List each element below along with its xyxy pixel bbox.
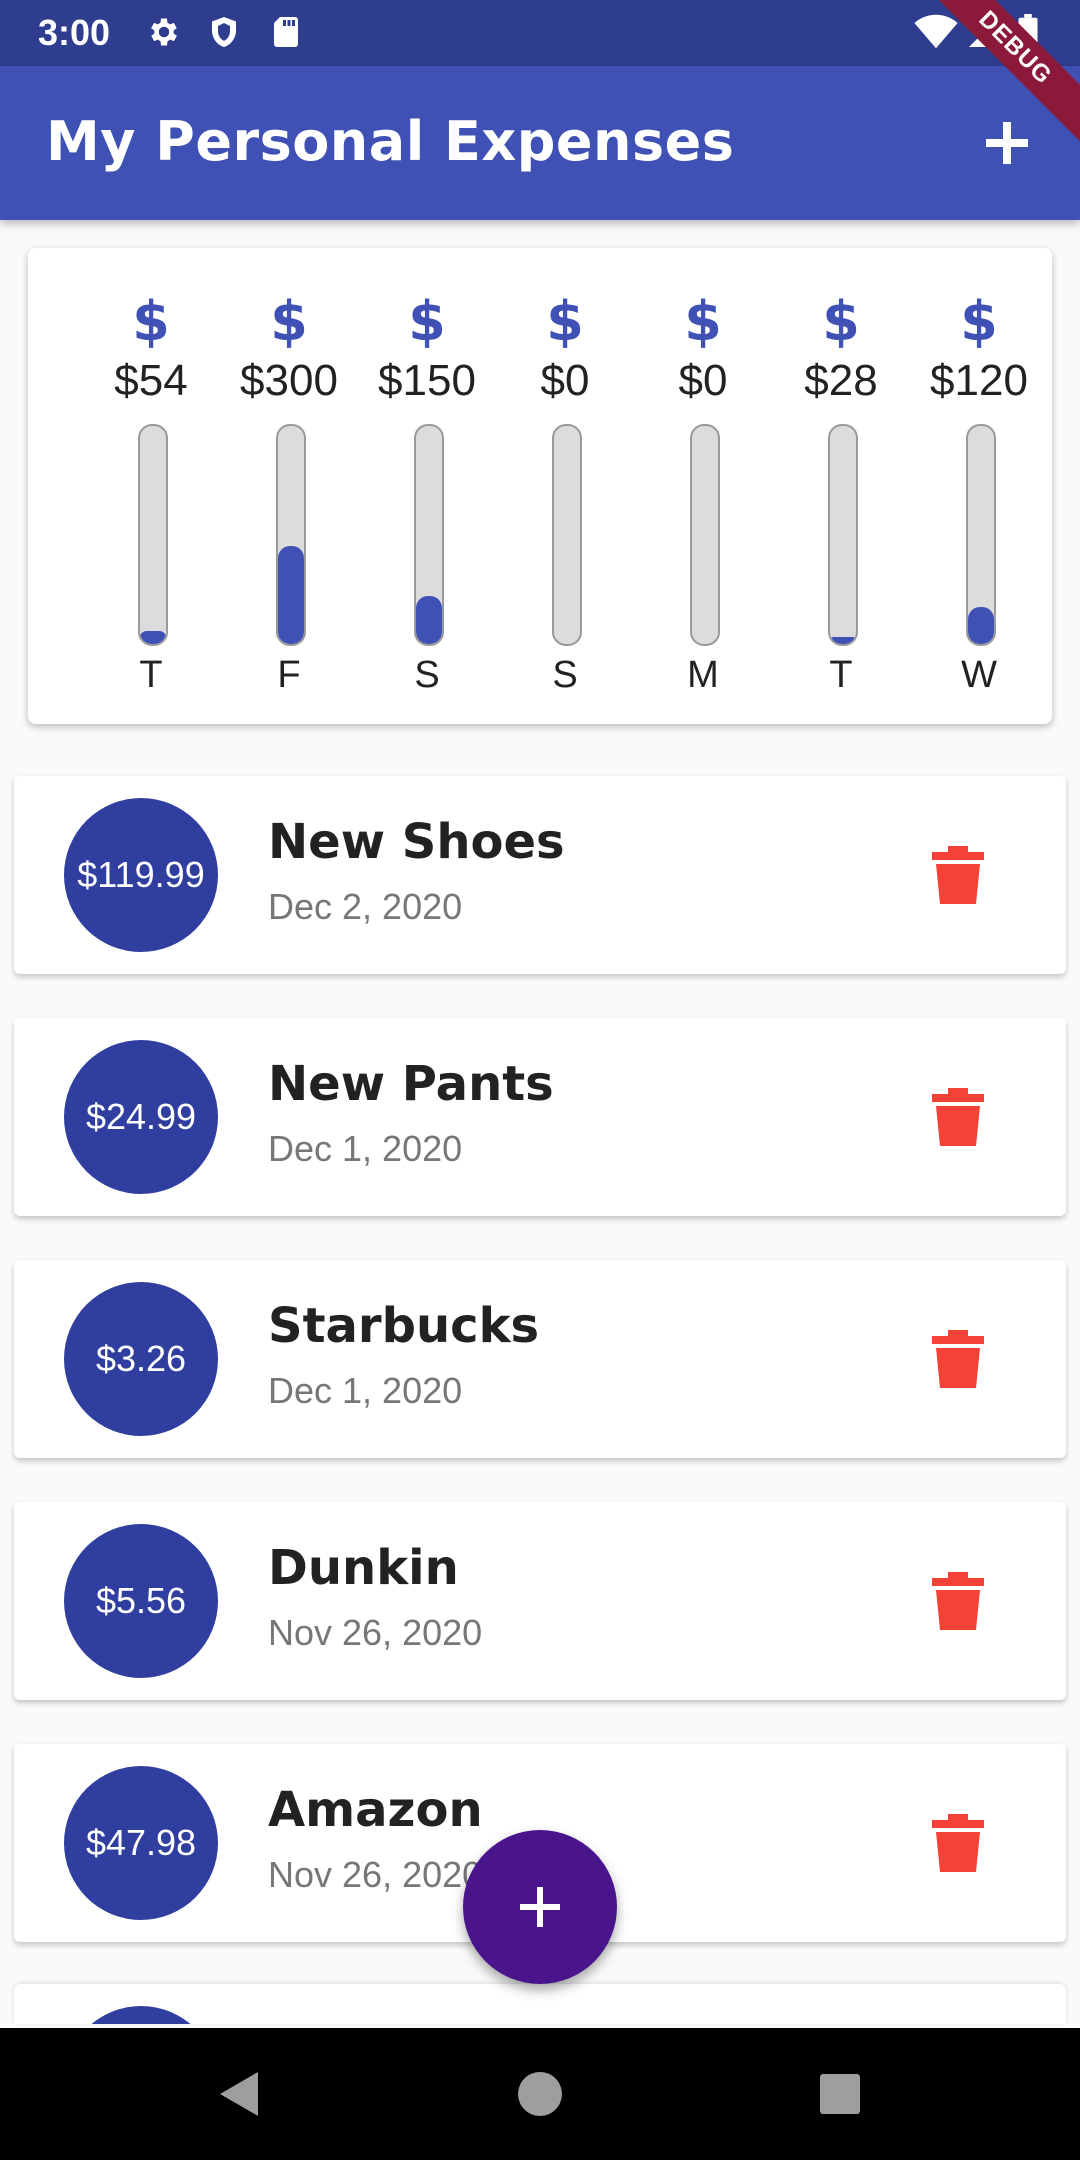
bar-day-label: M bbox=[687, 654, 719, 696]
bar-fill bbox=[830, 637, 856, 644]
bar-day-label: W bbox=[961, 654, 997, 696]
bar-track bbox=[552, 424, 582, 646]
trash-icon[interactable] bbox=[930, 846, 986, 904]
sd-card-icon bbox=[268, 14, 304, 50]
chart-bar: $ $120 W bbox=[910, 248, 1048, 724]
bar-day-label: S bbox=[414, 654, 440, 696]
amount-avatar: $5.56 bbox=[64, 1524, 218, 1678]
bar-track bbox=[276, 424, 306, 646]
dollar-label: $ bbox=[408, 290, 446, 353]
transaction-date: Nov 26, 2020 bbox=[268, 1612, 483, 1653]
list-item: $5.56 Dunkin Nov 26, 2020 bbox=[14, 1502, 1066, 1700]
bar-amount: $0 bbox=[540, 356, 590, 405]
transaction-title: Amazon bbox=[268, 1782, 483, 1838]
chart-bar: $ $300 F bbox=[220, 248, 358, 724]
amount-avatar: $119.99 bbox=[64, 798, 218, 952]
bar-fill bbox=[968, 607, 994, 644]
status-time: 3:00 bbox=[38, 12, 111, 53]
plus-icon bbox=[520, 1887, 560, 1927]
system-nav-bar bbox=[0, 2028, 1080, 2160]
page-title: My Personal Expenses bbox=[46, 110, 735, 173]
amount-avatar: $47.98 bbox=[64, 1766, 218, 1920]
trash-icon[interactable] bbox=[930, 1814, 986, 1872]
transaction-date: Nov 26, 2020 bbox=[268, 1854, 483, 1895]
bar-fill bbox=[416, 596, 442, 644]
bar-track bbox=[138, 424, 168, 646]
bar-track bbox=[828, 424, 858, 646]
plus-icon[interactable] bbox=[980, 116, 1034, 170]
bar-day-label: F bbox=[277, 654, 301, 696]
transaction-date: Dec 1, 2020 bbox=[268, 1128, 463, 1169]
list-item: $24.99 New Pants Dec 1, 2020 bbox=[14, 1018, 1066, 1216]
trash-icon[interactable] bbox=[930, 1330, 986, 1388]
bar-fill bbox=[278, 546, 304, 644]
dollar-label: $ bbox=[546, 290, 584, 353]
list-item: $3.26 Starbucks Dec 1, 2020 bbox=[14, 1260, 1066, 1458]
dollar-label: $ bbox=[270, 290, 308, 353]
bar-day-label: T bbox=[829, 654, 853, 696]
dollar-label: $ bbox=[960, 290, 998, 353]
transaction-date: Dec 1, 2020 bbox=[268, 1370, 463, 1411]
shield-icon bbox=[206, 14, 242, 50]
dollar-label: $ bbox=[684, 290, 722, 353]
add-transaction-button[interactable] bbox=[463, 1830, 617, 1984]
chart-bar: $ $150 S bbox=[358, 248, 496, 724]
home-circle-icon[interactable] bbox=[512, 2066, 568, 2122]
dollar-label: $ bbox=[132, 290, 170, 353]
wifi-icon bbox=[914, 14, 958, 50]
bar-day-label: T bbox=[139, 654, 163, 696]
bar-track bbox=[966, 424, 996, 646]
chart-bar: $ $0 S bbox=[496, 248, 634, 724]
transaction-title: Starbucks bbox=[268, 1298, 540, 1354]
chart-bar: $ $54 T bbox=[82, 248, 220, 724]
chart-bar: $ $0 M bbox=[634, 248, 772, 724]
bar-amount: $0 bbox=[678, 356, 728, 405]
transaction-date: Dec 2, 2020 bbox=[268, 886, 463, 927]
list-item-partial bbox=[14, 1984, 1066, 2024]
amount-avatar bbox=[64, 2006, 218, 2024]
trash-icon[interactable] bbox=[930, 1572, 986, 1630]
bar-amount: $28 bbox=[804, 356, 878, 405]
bar-amount: $150 bbox=[378, 356, 476, 405]
bar-track bbox=[414, 424, 444, 646]
bar-amount: $300 bbox=[240, 356, 338, 405]
transaction-title: New Shoes bbox=[268, 814, 565, 870]
list-item: $119.99 New Shoes Dec 2, 2020 bbox=[14, 776, 1066, 974]
weekly-chart: $ $54 T $ $300 F $ $150 S $ $0 S $ $0 M … bbox=[28, 248, 1052, 724]
bar-fill bbox=[140, 631, 166, 644]
transaction-title: New Pants bbox=[268, 1056, 554, 1112]
bar-day-label: S bbox=[552, 654, 578, 696]
bar-amount: $54 bbox=[114, 356, 188, 405]
bar-amount: $120 bbox=[930, 356, 1028, 405]
amount-avatar: $24.99 bbox=[64, 1040, 218, 1194]
bar-track bbox=[690, 424, 720, 646]
dollar-label: $ bbox=[822, 290, 860, 353]
amount-avatar: $3.26 bbox=[64, 1282, 218, 1436]
transaction-title: Dunkin bbox=[268, 1540, 459, 1596]
recents-square-icon[interactable] bbox=[812, 2066, 868, 2122]
status-bar: 3:00 bbox=[0, 0, 1080, 66]
trash-icon[interactable] bbox=[930, 1088, 986, 1146]
chart-bar: $ $28 T bbox=[772, 248, 910, 724]
app-bar: My Personal Expenses bbox=[0, 66, 1080, 220]
gear-icon bbox=[146, 14, 182, 50]
back-triangle-icon[interactable] bbox=[212, 2066, 268, 2122]
